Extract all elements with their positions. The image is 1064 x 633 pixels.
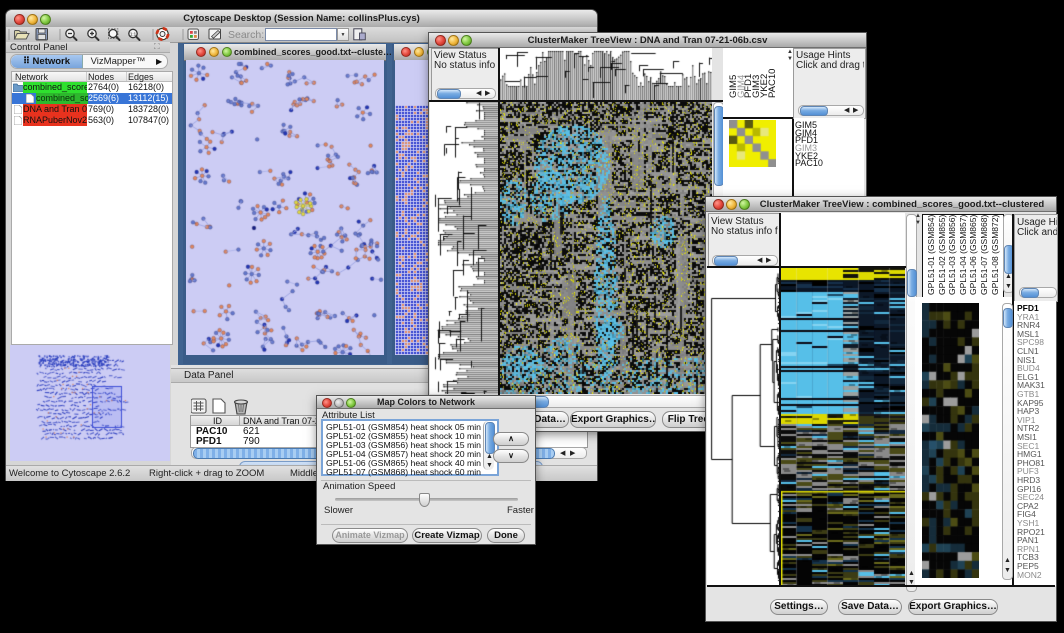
svg-text:1:1: 1:1 [130, 32, 137, 37]
